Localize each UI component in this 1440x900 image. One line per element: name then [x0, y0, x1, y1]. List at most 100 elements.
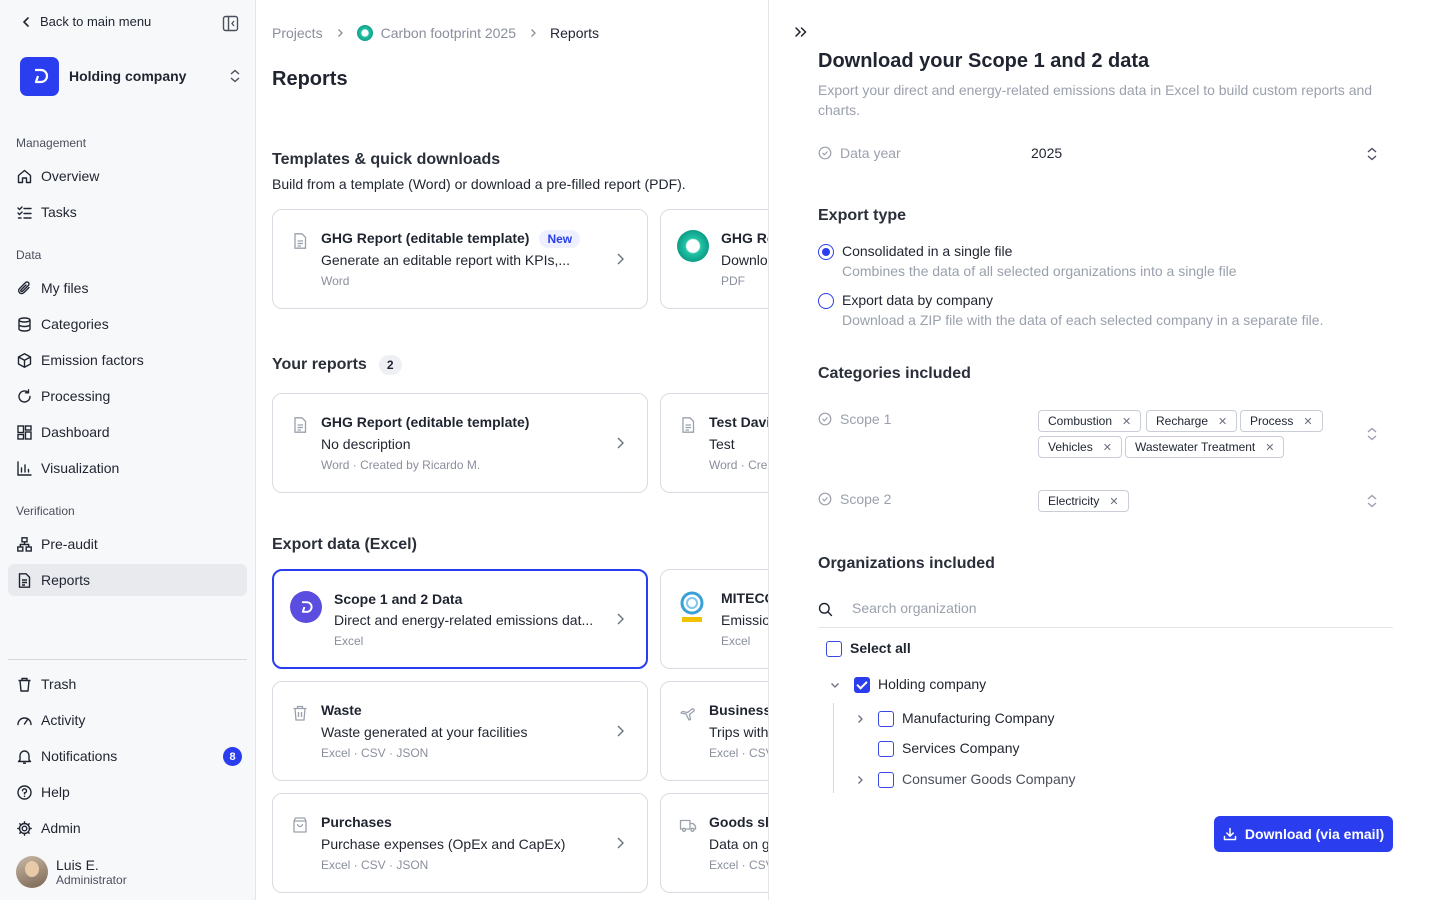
select-all-checkbox[interactable]: [826, 641, 842, 657]
export-card-goods-shipping[interactable]: Goods sh Data on g Excel · CSV: [660, 793, 768, 893]
chevron-right-icon: [531, 29, 536, 37]
template-card-ghg-word[interactable]: GHG Report (editable template) New Genera…: [272, 209, 648, 309]
gear-icon: [17, 820, 32, 836]
close-icon[interactable]: ✕: [1103, 441, 1112, 454]
radio-consolidated-label[interactable]: Consolidated in a single file: [842, 243, 1012, 259]
export-card-purchases[interactable]: Purchases Purchase expenses (OpEx and Ca…: [272, 793, 648, 893]
bell-icon: [17, 749, 32, 764]
home-icon: [17, 169, 32, 183]
sidebar-item-tasks[interactable]: Tasks: [8, 196, 247, 228]
chip-label: Combustion: [1048, 414, 1113, 428]
org-label-consumer-goods[interactable]: Consumer Goods Company: [902, 771, 1076, 787]
export-card-miteco[interactable]: MITECO Emissio Excel: [660, 569, 768, 669]
chevron-right-icon: [337, 29, 343, 37]
sidebar-item-label: Reports: [41, 572, 91, 588]
close-icon[interactable]: ✕: [1122, 415, 1131, 428]
sidebar-item-pre-audit[interactable]: Pre-audit: [8, 528, 247, 560]
org-checkbox-services[interactable]: [878, 741, 894, 757]
radio-by-company[interactable]: [818, 293, 834, 309]
document-icon: [294, 233, 307, 249]
sidebar-item-processing[interactable]: Processing: [8, 380, 247, 412]
user-profile[interactable]: Luis E. Administrator: [16, 856, 127, 888]
user-name: Luis E.: [56, 857, 99, 873]
report-card[interactable]: GHG Report (editable template) No descri…: [272, 393, 648, 493]
card-description: Emissio: [721, 612, 768, 628]
section-data: Data: [16, 248, 42, 262]
scope1-text: Scope 1: [840, 411, 892, 427]
radio-by-company-label[interactable]: Export data by company: [842, 292, 993, 308]
export-card-business-travel[interactable]: Business Trips with Excel · CSV: [660, 681, 768, 781]
check-circle-icon: [818, 412, 832, 426]
miteco-logo-icon: [680, 591, 704, 622]
close-icon[interactable]: ✕: [1218, 415, 1227, 428]
report-card[interactable]: Test Davi Test Word · Cre: [660, 393, 768, 493]
sidebar-item-trash[interactable]: Trash: [8, 668, 247, 700]
search-input[interactable]: [852, 600, 1252, 616]
notifications-count-badge: 8: [223, 747, 242, 766]
breadcrumb-project[interactable]: Carbon footprint 2025: [381, 25, 516, 41]
card-title: GHG Re: [721, 230, 768, 246]
chevron-up-down-icon[interactable]: [1366, 426, 1378, 442]
paperclip-icon: [18, 280, 30, 294]
org-checkbox-holding[interactable]: [854, 677, 870, 693]
chip-electricity[interactable]: Electricity ✕: [1038, 490, 1129, 512]
reports-count-badge: 2: [378, 355, 402, 375]
airplane-icon: [680, 708, 695, 721]
sidebar-item-dashboard[interactable]: Dashboard: [8, 416, 247, 448]
org-label-services[interactable]: Services Company: [902, 740, 1020, 756]
export-card-scope-1-2[interactable]: Scope 1 and 2 Data Direct and energy-rel…: [272, 569, 648, 669]
sidebar-item-label: Visualization: [41, 460, 120, 476]
sidebar-item-notifications[interactable]: Notifications 8: [8, 740, 247, 772]
chevron-up-down-icon[interactable]: [1366, 493, 1378, 509]
close-icon[interactable]: ✕: [1265, 441, 1274, 454]
breadcrumb-projects[interactable]: Projects: [272, 25, 323, 41]
close-icon[interactable]: ✕: [1303, 415, 1312, 428]
download-button[interactable]: Download (via email): [1214, 816, 1393, 852]
template-card-ghg-pdf[interactable]: GHG Re Downlo PDF: [660, 209, 768, 309]
trash-icon: [293, 705, 307, 721]
sidebar-item-overview[interactable]: Overview: [8, 160, 247, 192]
card-meta: Excel · CSV: [709, 858, 768, 872]
sidebar-item-categories[interactable]: Categories: [8, 308, 247, 340]
org-checkbox-manufacturing[interactable]: [878, 711, 894, 727]
card-description: Downlo: [721, 252, 768, 268]
chevron-down-icon[interactable]: [830, 680, 840, 690]
sidebar-item-my-files[interactable]: My files: [8, 272, 247, 304]
chip-label: Vehicles: [1048, 440, 1093, 454]
data-year-label: Data year: [818, 145, 901, 161]
document-icon: [294, 417, 307, 433]
scope2-text: Scope 2: [840, 491, 892, 507]
select-all-label[interactable]: Select all: [850, 640, 911, 656]
card-title: Waste: [321, 702, 362, 718]
chip-process[interactable]: Process ✕: [1240, 410, 1323, 432]
chip-combustion[interactable]: Combustion ✕: [1038, 410, 1142, 432]
back-to-main-menu-link[interactable]: Back to main menu: [20, 14, 151, 29]
chevrons-right-icon[interactable]: [793, 24, 809, 40]
sidebar-item-emission-factors[interactable]: Emission factors: [8, 344, 247, 376]
close-icon[interactable]: ✕: [1109, 495, 1118, 508]
data-year-select[interactable]: 2025: [1031, 145, 1062, 161]
sidebar-item-help[interactable]: Help: [8, 776, 247, 808]
sidebar-item-visualization[interactable]: Visualization: [8, 452, 247, 484]
chevron-right-icon[interactable]: [855, 775, 865, 785]
sidebar-item-reports[interactable]: Reports: [8, 564, 247, 596]
chevron-right-icon[interactable]: [855, 714, 865, 724]
chip-recharge[interactable]: Recharge ✕: [1146, 410, 1238, 432]
chevron-up-down-icon[interactable]: [1366, 146, 1378, 162]
sidebar-item-label: Categories: [41, 316, 109, 332]
sidebar-item-admin[interactable]: Admin: [8, 812, 247, 844]
org-label-holding[interactable]: Holding company: [878, 676, 986, 692]
card-description: Data on g: [709, 836, 768, 852]
organization-switcher[interactable]: Holding company: [20, 56, 242, 96]
card-title: Business: [709, 702, 768, 718]
sidebar-item-label: My files: [41, 280, 89, 296]
export-card-waste[interactable]: Waste Waste generated at your facilities…: [272, 681, 648, 781]
chip-vehicles[interactable]: Vehicles ✕: [1038, 436, 1122, 458]
org-label-manufacturing[interactable]: Manufacturing Company: [902, 710, 1055, 726]
section-management: Management: [16, 136, 87, 150]
chip-wastewater-treatment[interactable]: Wastewater Treatment ✕: [1125, 436, 1285, 458]
org-checkbox-consumer-goods[interactable]: [878, 772, 894, 788]
sidebar-item-activity[interactable]: Activity: [8, 704, 247, 736]
collapse-sidebar-icon[interactable]: [222, 15, 239, 32]
radio-consolidated[interactable]: [818, 244, 834, 260]
